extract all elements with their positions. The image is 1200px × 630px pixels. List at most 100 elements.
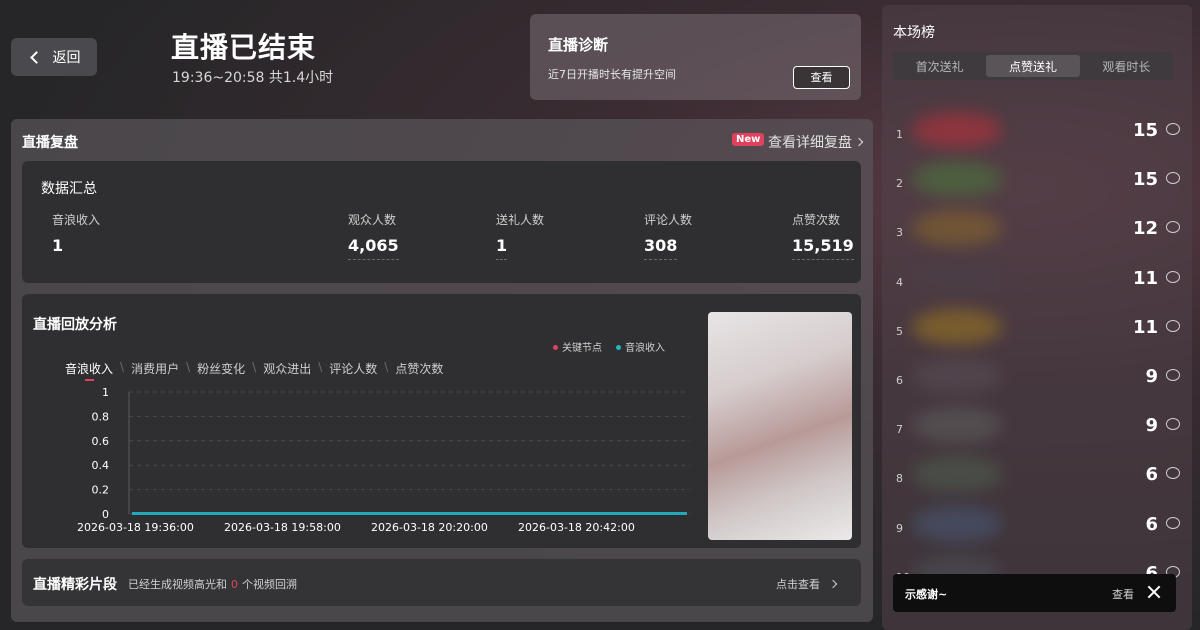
y-tick-label: 1 (102, 386, 109, 399)
review-panel: 直播复盘 New 查看详细复盘 数据汇总 音浪收入 1 观众人数 4,065 送… (11, 119, 873, 622)
summary-card: 数据汇总 音浪收入 1 观众人数 4,065 送礼人数 1 评论人数 308 点… (22, 161, 861, 283)
chevron-right-icon (828, 579, 838, 589)
comment-bubble-icon[interactable] (1166, 319, 1180, 332)
page-title: 直播已结束 (171, 31, 317, 64)
rank-value: 6 (1145, 464, 1158, 486)
comment-bubble-icon[interactable] (1166, 516, 1180, 529)
comment-bubble-icon[interactable] (1166, 418, 1180, 431)
stat-gifters[interactable]: 送礼人数 1 (496, 211, 544, 260)
ranking-tabs: 首次送礼 点赞送礼 观看时长 (893, 52, 1173, 80)
detail-review-label: 查看详细复盘 (768, 135, 852, 151)
clips-view-link[interactable]: 点击查看 (776, 576, 838, 592)
income-series-area (132, 512, 687, 515)
stat-value: 1 (52, 236, 64, 255)
avatar (912, 456, 1002, 493)
replay-analysis-card: 直播回放分析 关键节点 音浪收入 音浪收入 \ 消费用户 \ 粉丝变化 \ 观众进出 \… (22, 294, 861, 548)
clips-desc-prefix: 已经生成视频高光和 (128, 578, 227, 591)
detail-review-link[interactable]: 查看详细复盘 (768, 132, 864, 152)
comment-bubble-icon[interactable] (1166, 270, 1180, 283)
avatar (912, 161, 1002, 198)
y-tick-label: 0.8 (92, 410, 110, 423)
rank-number: 8 (896, 472, 903, 486)
clips-count: 0 (231, 578, 238, 591)
page-subtitle: 19:36~20:58 共1.4小时 (172, 70, 334, 86)
x-tick-label: 2026-03-18 19:36:00 (77, 521, 194, 534)
comment-bubble-icon[interactable] (1166, 172, 1180, 185)
comment-bubble-icon[interactable] (1166, 123, 1180, 135)
replay-thumbnail[interactable] (708, 312, 852, 540)
clips-desc-suffix: 个视频回溯 (242, 578, 297, 591)
clips-title: 直播精彩片段 (33, 577, 117, 593)
highlight-clips-card: 直播精彩片段 已经生成视频高光和 0 个视频回溯 点击查看 (22, 559, 861, 606)
ranking-title: 本场榜 (893, 25, 935, 41)
rank-value: 6 (1145, 513, 1158, 535)
rank-number: 1 (896, 128, 903, 141)
clips-description: 已经生成视频高光和 0 个视频回溯 (128, 576, 297, 592)
ranking-panel: 本场榜 首次送礼 点赞送礼 观看时长 1 15 2 15 3 12 4 11 5 11 6 9 7 9 8 6… (882, 5, 1192, 630)
stat-likes[interactable]: 点赞次数 15,519 (792, 211, 854, 260)
review-title: 直播复盘 (22, 135, 78, 151)
chevron-right-icon (854, 137, 864, 147)
rank-number: 9 (896, 521, 903, 535)
y-tick-label: 0.2 (92, 484, 110, 497)
stat-commenters[interactable]: 评论人数 308 (644, 211, 692, 260)
new-badge: New (732, 133, 765, 146)
stat-value: 308 (644, 236, 678, 260)
close-icon[interactable] (1146, 584, 1162, 600)
diagnosis-card: 直播诊断 近7日开播时长有提升空间 查看 (530, 14, 861, 100)
rank-value: 11 (1132, 316, 1158, 338)
comment-bubble-icon[interactable] (1166, 467, 1180, 480)
rank-value: 15 (1132, 169, 1158, 191)
stat-label: 点赞次数 (792, 213, 841, 227)
rank-number: 4 (896, 275, 903, 289)
avatar (912, 358, 1002, 394)
stat-value: 1 (496, 236, 508, 260)
diagnosis-description: 近7日开播时长有提升空间 (548, 68, 676, 81)
avatar (912, 259, 1002, 296)
chevron-left-icon (29, 50, 43, 64)
tab-watch-time[interactable]: 观看时长 (1080, 52, 1173, 80)
x-tick-label: 2026-03-18 20:20:00 (371, 521, 488, 534)
rank-number: 7 (896, 423, 903, 437)
comment-bubble-icon[interactable] (1166, 369, 1180, 381)
rank-value: 9 (1145, 415, 1158, 437)
x-tick-label: 2026-03-18 20:42:00 (518, 521, 635, 534)
rank-value: 9 (1145, 366, 1158, 387)
stat-label: 音浪收入 (52, 213, 101, 227)
stat-viewers[interactable]: 观众人数 4,065 (348, 211, 399, 260)
diagnosis-title: 直播诊断 (548, 36, 609, 54)
avatar (912, 308, 1002, 345)
avatar (912, 112, 1002, 148)
rank-value: 11 (1132, 267, 1158, 289)
rank-value: 15 (1132, 120, 1158, 141)
stat-label: 观众人数 (348, 213, 397, 227)
rank-number: 2 (896, 177, 903, 191)
avatar (912, 210, 1002, 247)
income-chart[interactable]: 0 0.2 0.4 0.6 0.8 1 2026-03-18 19:36:00 2026-03… (22, 294, 702, 548)
avatar (912, 505, 1002, 542)
rank-value: 12 (1132, 218, 1158, 240)
y-tick-label: 0 (102, 508, 109, 521)
avatar (912, 407, 1002, 444)
rank-number: 6 (896, 374, 903, 387)
back-button[interactable]: 返回 (11, 38, 97, 76)
summary-title: 数据汇总 (41, 181, 97, 197)
stat-label: 送礼人数 (496, 213, 545, 227)
rank-number: 3 (896, 226, 903, 240)
back-label: 返回 (52, 50, 81, 66)
clips-view-label: 点击查看 (776, 578, 820, 591)
stat-value: 15,519 (792, 236, 854, 260)
stat-label: 评论人数 (644, 213, 693, 227)
stat-value: 4,065 (348, 236, 399, 260)
y-tick-label: 0.4 (92, 459, 110, 472)
toast-notification: 示感谢~ 查看 (893, 574, 1176, 612)
diagnosis-view-button[interactable]: 查看 (793, 66, 850, 89)
toast-view-button[interactable]: 查看 (1112, 586, 1134, 602)
tab-like-gift[interactable]: 点赞送礼 (986, 55, 1080, 77)
stat-income: 音浪收入 1 (52, 211, 100, 259)
comment-bubble-icon[interactable] (1166, 221, 1180, 234)
tab-first-gift[interactable]: 首次送礼 (893, 52, 986, 80)
toast-text: 示感谢~ (905, 588, 948, 601)
rank-number: 5 (896, 324, 903, 338)
y-tick-label: 0.6 (92, 435, 110, 448)
